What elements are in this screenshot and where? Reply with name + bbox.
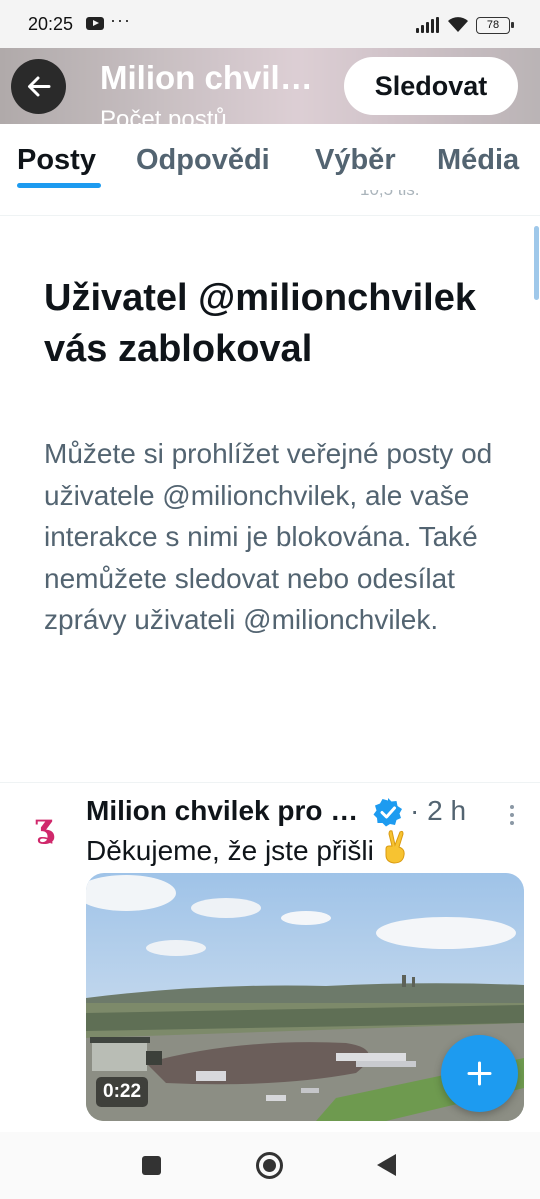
avatar[interactable]: ʓ [20, 802, 68, 850]
compose-button[interactable] [441, 1035, 518, 1112]
tab-highlights[interactable]: Výběr [315, 144, 396, 177]
active-tab-indicator [17, 183, 101, 188]
battery-icon: 78 [476, 17, 514, 34]
video-duration: 0:22 [96, 1077, 149, 1107]
system-nav-bar [0, 1132, 540, 1199]
divider [0, 782, 540, 783]
back-triangle-icon[interactable] [377, 1154, 396, 1176]
plus-icon [467, 1061, 492, 1086]
follow-button[interactable]: Sledovat [344, 57, 518, 115]
more-options-icon[interactable] [503, 803, 521, 827]
wifi-icon [446, 14, 470, 34]
recents-icon[interactable] [142, 1156, 161, 1175]
verified-badge-icon [373, 798, 402, 827]
status-bar: 20:25 ··· 78 [0, 0, 540, 48]
signal-icon [416, 17, 440, 33]
youtube-icon [86, 17, 104, 30]
home-icon[interactable] [256, 1152, 283, 1179]
victory-hand-icon [385, 830, 405, 864]
tweet-author[interactable]: Milion chvilek pro demokracii [86, 795, 368, 827]
status-time: 20:25 [28, 14, 74, 34]
profile-header: Milion chvilek pro demokracii Počet post… [0, 48, 540, 124]
scrollbar[interactable] [534, 226, 539, 300]
post-count: Počet postů [100, 106, 227, 124]
blocked-title: Uživatel @milionchvilek vás zablokoval [44, 277, 476, 370]
previous-post-actions: 10,5 tis. [0, 190, 540, 216]
tweet-time: · 2 h [410, 795, 467, 826]
arrow-left-icon [28, 76, 51, 97]
more-notifications-icon: ··· [110, 10, 131, 30]
tweet-text: Děkujeme, že jste přišli [86, 830, 410, 867]
blocked-description: Můžete si prohlížet veřejné posty od uži… [44, 438, 493, 635]
back-button[interactable] [11, 59, 66, 114]
views-count[interactable]: 10,5 tis. [360, 190, 420, 200]
tab-posts[interactable]: Posty [17, 144, 96, 177]
tab-media[interactable]: Média [437, 144, 519, 177]
profile-name: Milion chvilek pro demokracii [100, 59, 330, 96]
tab-replies[interactable]: Odpovědi [136, 144, 270, 177]
profile-tabs: Posty Odpovědi Výběr Média [0, 124, 540, 190]
